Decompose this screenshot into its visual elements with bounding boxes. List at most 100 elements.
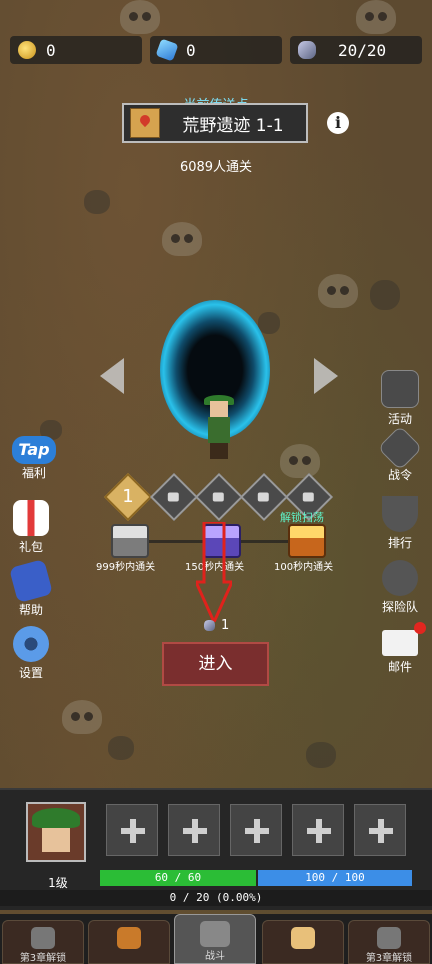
help-label: 帮助 xyxy=(18,603,43,617)
castle-gate-icon xyxy=(200,921,230,947)
settings-label: 设置 xyxy=(18,666,43,680)
energy-stone-icon xyxy=(298,41,316,59)
equipment-slot[interactable] xyxy=(354,804,406,856)
gift-box-icon xyxy=(13,500,49,536)
info-button[interactable]: i xyxy=(327,112,349,134)
stage-selector[interactable]: 荒野遗迹 1-1 xyxy=(122,103,308,143)
expedition-icon xyxy=(382,560,418,596)
exp-bar: 0 / 20 (0.00%) xyxy=(0,890,432,906)
entry-cost: 1 xyxy=(204,618,229,633)
expedition-button[interactable]: 探险队 xyxy=(372,560,428,615)
tab-book[interactable] xyxy=(262,920,344,964)
ground-rock xyxy=(306,742,336,768)
energy-value: 20/20 xyxy=(338,40,387,60)
lock-icon xyxy=(302,492,314,502)
skull-decoration xyxy=(318,274,358,308)
equipment-slot[interactable] xyxy=(106,804,158,856)
hero-portrait[interactable] xyxy=(26,802,86,862)
equipment-slot[interactable] xyxy=(230,804,282,856)
ground-rock xyxy=(84,190,110,214)
stage-name: 荒野遗迹 1-1 xyxy=(182,115,284,136)
previous-stage-arrow[interactable] xyxy=(100,358,124,394)
energy-counter: 20/20 xyxy=(290,36,422,64)
tab-battle[interactable]: 战斗 xyxy=(174,914,256,964)
tab-bag[interactable] xyxy=(88,920,170,964)
ground-rock xyxy=(108,736,134,760)
chest-caption: 100秒内通关 xyxy=(274,562,334,573)
tab-label: 第3章解锁 xyxy=(365,953,413,964)
hero-level: 1级 xyxy=(48,876,68,890)
stage-node-1[interactable]: 1 xyxy=(103,472,153,522)
lock-icon xyxy=(212,492,224,502)
book-icon xyxy=(291,927,315,949)
bottom-tab-bar: 第3章解锁 战斗 第3章解锁 xyxy=(0,914,432,964)
stage-node-locked[interactable] xyxy=(149,472,199,522)
skull-decoration xyxy=(280,444,320,478)
energy-stone-icon xyxy=(204,620,215,631)
hero-sprite xyxy=(200,395,240,461)
resource-bar: 0 0 20/20 xyxy=(10,36,422,66)
gold-value: 0 xyxy=(46,40,56,60)
events-button[interactable]: 活动 xyxy=(372,370,428,427)
battle-pass-icon xyxy=(377,425,423,471)
mail-label: 邮件 xyxy=(387,660,412,674)
hp-bar: 60 / 60 xyxy=(100,870,256,886)
gold-counter: 0 xyxy=(10,36,142,64)
mail-button[interactable]: 邮件 xyxy=(372,622,428,675)
ground-rock xyxy=(258,312,280,334)
welfare-label: 福利 xyxy=(21,466,46,480)
silver-chest[interactable] xyxy=(111,524,149,558)
lock-icon xyxy=(167,492,179,502)
lock-icon xyxy=(31,927,55,949)
next-stage-arrow[interactable] xyxy=(314,358,338,394)
events-icon xyxy=(381,370,419,408)
tab-locked-right[interactable]: 第3章解锁 xyxy=(348,920,430,964)
skull-decoration xyxy=(356,0,396,34)
battle-pass-button[interactable]: 战令 xyxy=(372,425,428,483)
unlock-sweep-label: 解锁扫荡 xyxy=(280,511,324,524)
tab-label: 战斗 xyxy=(205,951,225,962)
chest-caption: 999秒内通关 xyxy=(96,562,156,573)
stage-node-locked[interactable] xyxy=(194,472,244,522)
gift-pack-label: 礼包 xyxy=(18,540,43,554)
tutorial-arrow-icon xyxy=(196,522,232,622)
skull-decoration xyxy=(120,0,160,34)
enter-button[interactable]: 进入 xyxy=(162,642,269,686)
stage-node-number: 1 xyxy=(122,486,134,507)
help-book-icon xyxy=(8,558,54,604)
map-pin-icon xyxy=(130,108,160,138)
notification-dot xyxy=(414,622,426,634)
mail-envelope-icon xyxy=(382,622,426,656)
settings-button[interactable]: 设置 xyxy=(3,626,59,681)
lock-icon xyxy=(377,927,401,949)
ground-rock xyxy=(370,280,400,310)
help-button[interactable]: 帮助 xyxy=(3,558,59,618)
ranking-button[interactable]: 排行 xyxy=(372,496,428,551)
gem-value: 0 xyxy=(186,40,196,60)
events-label: 活动 xyxy=(387,412,412,426)
gift-pack-button[interactable]: 礼包 xyxy=(3,500,59,555)
tab-label: 第3章解锁 xyxy=(19,953,67,964)
backpack-icon xyxy=(117,927,141,949)
trophy-icon xyxy=(382,496,418,532)
skull-decoration xyxy=(162,222,202,256)
equipment-slot[interactable] xyxy=(168,804,220,856)
mp-bar: 100 / 100 xyxy=(258,870,412,886)
skull-decoration xyxy=(62,700,102,734)
hero-panel: 1级 60 / 60 100 / 100 0 / 20 (0.00%) xyxy=(0,788,432,910)
battle-pass-label: 战令 xyxy=(387,468,412,482)
gold-chest[interactable] xyxy=(288,524,326,558)
gear-icon xyxy=(13,626,49,662)
ranking-label: 排行 xyxy=(387,536,412,550)
gem-icon xyxy=(155,38,179,62)
gem-counter: 0 xyxy=(150,36,282,64)
clear-count: 6089人通关 xyxy=(179,160,253,175)
expedition-label: 探险队 xyxy=(381,600,418,614)
tap-badge-icon: Tap xyxy=(12,436,56,464)
lock-icon xyxy=(257,492,269,502)
gold-coin-icon xyxy=(18,41,36,59)
entry-cost-value: 1 xyxy=(221,618,230,633)
equipment-slot[interactable] xyxy=(292,804,344,856)
tab-locked-left[interactable]: 第3章解锁 xyxy=(2,920,84,964)
welfare-button[interactable]: Tap 福利 xyxy=(6,436,62,481)
